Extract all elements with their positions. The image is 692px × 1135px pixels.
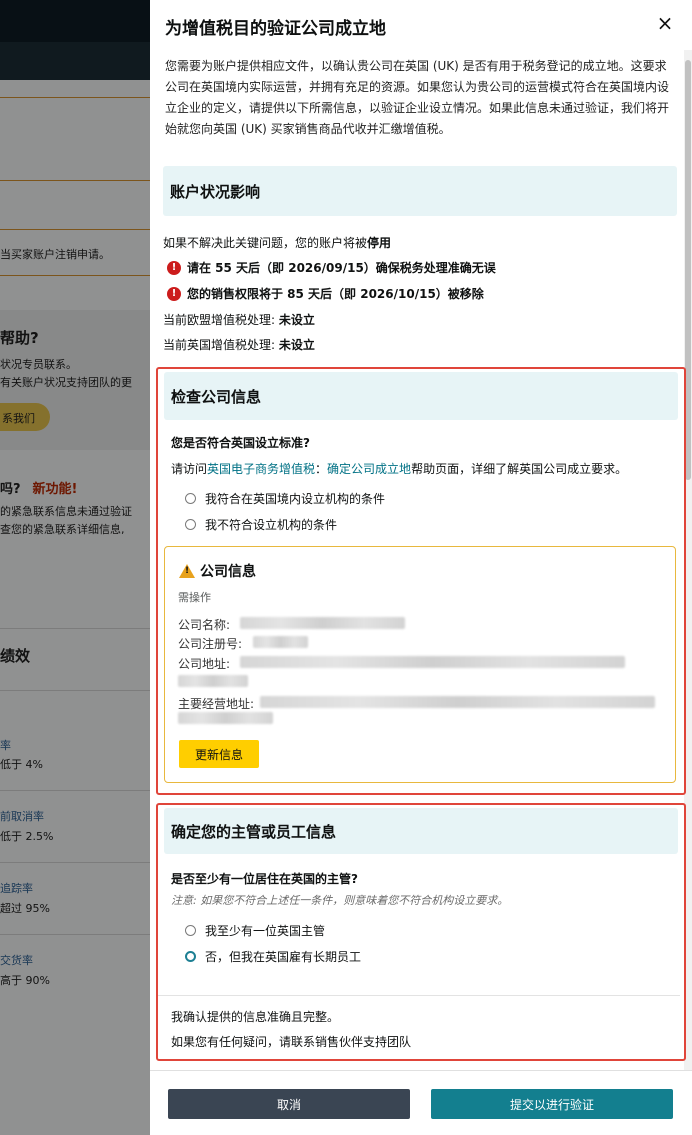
establishment-question: 您是否符合英国设立标准? <box>171 436 310 450</box>
status-impact-text: 如果不解决此关键问题，您的账户将被停用 <box>163 236 392 250</box>
alert-tax-deadline: ! 请在 55 天后（即 2026/09/15）确保税务处理准确无误 <box>167 259 496 276</box>
redacted-reg-number <box>253 636 308 648</box>
section-heading: 账户状况影响 <box>170 183 261 201</box>
radio-uk-director[interactable]: 我至少有一位英国主管 <box>185 922 325 939</box>
note-text: 注意: 如果您不符合上述任一条件，则意味着您不符合机构设立要求。 <box>171 894 509 907</box>
radio-button[interactable] <box>185 519 196 530</box>
redacted-company-name <box>240 617 405 629</box>
modal-title: 为增值税目的验证公司成立地 <box>165 19 386 39</box>
radio-button[interactable] <box>185 925 196 936</box>
uk-vat-status: 当前英国增值税处理: 未设立 <box>163 338 315 352</box>
company-name-label: 公司名称: <box>178 618 231 632</box>
company-address-label: 公司地址: <box>178 657 231 671</box>
intro-text: 您需要为账户提供相应文件，以确认贵公司在英国 (UK) 是否有用于税务登记的成立… <box>165 59 670 136</box>
warning-icon <box>179 564 195 578</box>
verification-modal: 为增值税目的验证公司成立地 × 您需要为账户提供相应文件，以确认贵公司在英国 (… <box>150 0 692 1135</box>
error-icon: ! <box>167 286 181 301</box>
close-icon[interactable]: × <box>655 12 675 34</box>
help-text: 请访问英国电子商务增值税：确定公司成立地帮助页面，详细了解英国公司成立要求。 <box>171 462 628 476</box>
submit-verification-button[interactable]: 提交以进行验证 <box>431 1089 673 1119</box>
company-section-header: 检查公司信息 <box>164 372 678 420</box>
redacted-address <box>240 656 625 668</box>
uk-ecommerce-vat-link[interactable]: 英国电子商务增值税 <box>207 462 315 476</box>
update-info-button[interactable]: 更新信息 <box>179 740 259 768</box>
radio-not-meets-criteria[interactable]: 我不符合设立机构的条件 <box>185 516 337 533</box>
main-address-label: 主要经营地址: <box>178 697 255 711</box>
radio-uk-employee[interactable]: 否，但我在英国雇有长期员工 <box>185 948 361 965</box>
modal-header: 为增值税目的验证公司成立地 × <box>150 0 692 50</box>
account-status-section-header: 账户状况影响 <box>163 166 677 216</box>
company-reg-label: 公司注册号: <box>178 637 243 651</box>
contact-support-text: 如果您有任何疑问，请联系销售伙伴支持团队 <box>171 1035 412 1049</box>
director-question: 是否至少有一位居住在英国的主管? <box>171 872 358 886</box>
action-required-text: 需操作 <box>178 591 211 604</box>
divider <box>158 995 680 996</box>
cancel-button[interactable]: 取消 <box>168 1089 410 1119</box>
alert-selling-removed: ! 您的销售权限将于 85 天后（即 2026/10/15）被移除 <box>167 285 484 302</box>
section-heading: 确定您的主管或员工信息 <box>171 823 337 841</box>
eu-vat-status: 当前欧盟增值税处理: 未设立 <box>163 313 315 327</box>
redacted-main-address <box>178 712 273 724</box>
error-icon: ! <box>167 260 181 275</box>
company-section-frame: 检查公司信息 您是否符合英国设立标准? 请访问英国电子商务增值税：确定公司成立地… <box>156 367 686 795</box>
confirm-text: 我确认提供的信息准确且完整。 <box>171 1010 340 1024</box>
establishment-help-link[interactable]: 确定公司成立地 <box>327 462 411 476</box>
redacted-main-address <box>260 696 655 708</box>
radio-button[interactable] <box>185 493 196 504</box>
radio-meets-criteria[interactable]: 我符合在英国境内设立机构的条件 <box>185 490 385 507</box>
modal-footer: 取消 提交以进行验证 <box>150 1070 692 1135</box>
director-section-header: 确定您的主管或员工信息 <box>164 808 678 854</box>
modal-backdrop[interactable] <box>0 0 150 1135</box>
company-info-card: 公司信息 需操作 公司名称: 公司注册号: 公司地址: 主要经营地址: 更新信息 <box>164 546 676 783</box>
radio-button[interactable] <box>185 951 196 962</box>
card-title: 公司信息 <box>200 564 256 580</box>
section-heading: 检查公司信息 <box>171 388 262 406</box>
redacted-address <box>178 675 248 687</box>
director-section-frame: 确定您的主管或员工信息 是否至少有一位居住在英国的主管? 注意: 如果您不符合上… <box>156 803 686 1061</box>
